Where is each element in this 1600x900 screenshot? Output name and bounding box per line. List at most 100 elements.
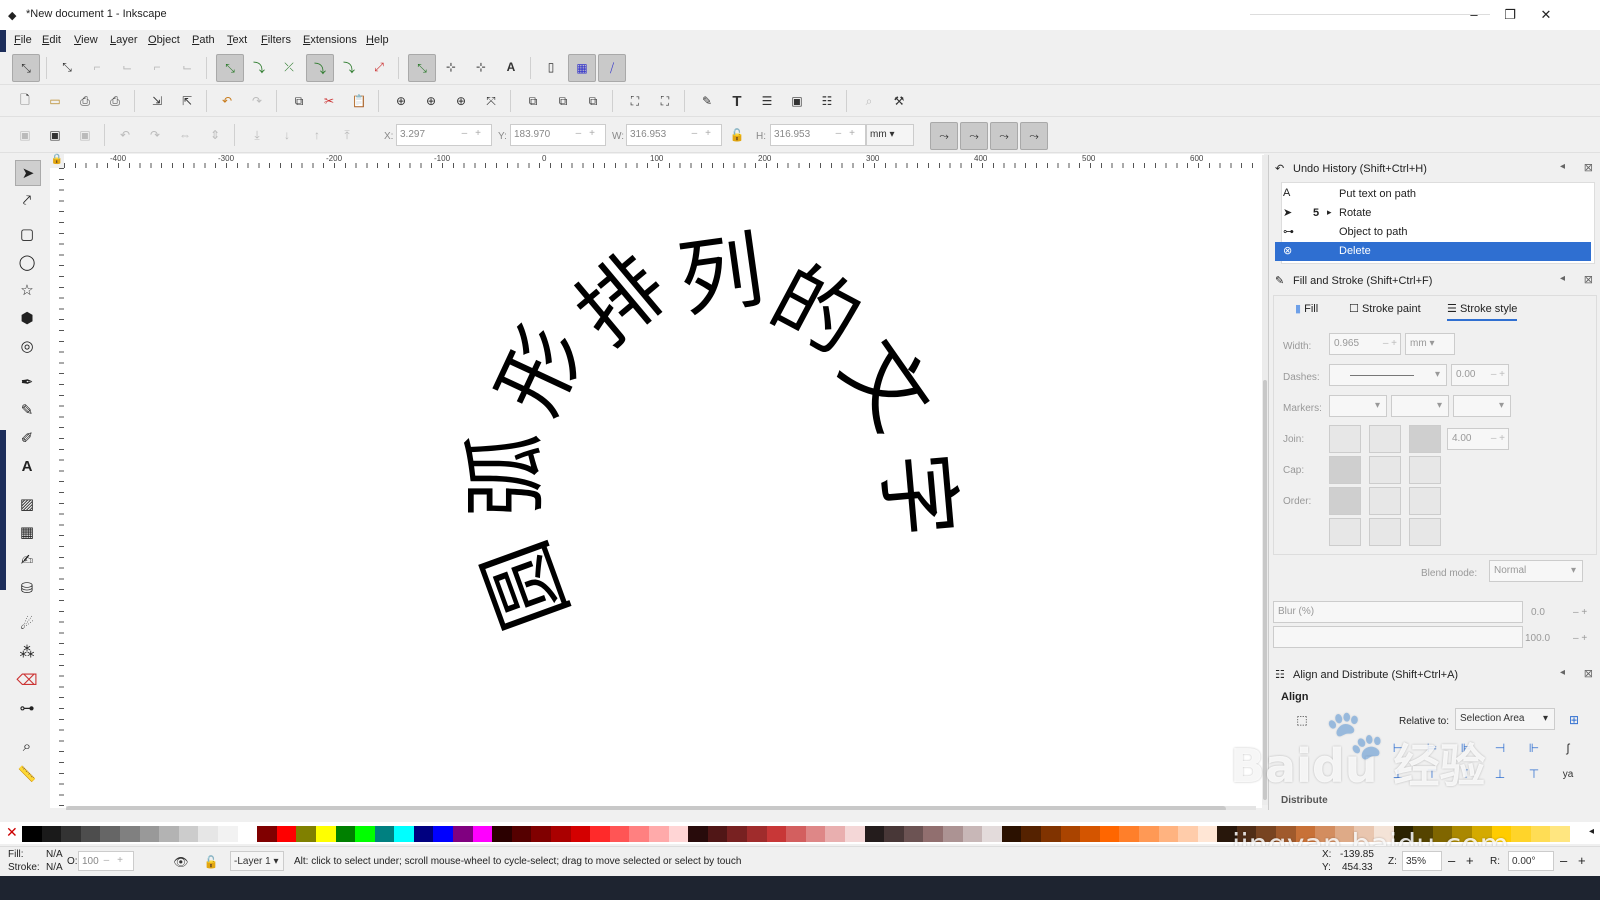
snap-grid-icon[interactable]: ▦ — [568, 54, 596, 82]
paint-order-button[interactable] — [1329, 518, 1361, 546]
document-properties-icon[interactable]: ⌕ — [858, 90, 880, 112]
measure-tool-icon[interactable]: 📏 — [15, 762, 39, 786]
paint-order-normal-button[interactable] — [1329, 487, 1361, 515]
color-swatch[interactable] — [217, 826, 238, 842]
duplicate-icon[interactable]: ⧉ — [522, 90, 544, 112]
zoom-out-icon[interactable]: – — [1448, 853, 1455, 868]
dashes-select[interactable]: ▾ — [1329, 364, 1447, 386]
history-item[interactable]: ➤ 5 ▸ Rotate — [1275, 204, 1591, 223]
snap-others-icon[interactable]: ⤡ — [408, 54, 436, 82]
palette-menu-icon[interactable]: ◂ — [1589, 826, 1594, 837]
color-swatch[interactable] — [805, 826, 826, 842]
color-swatch[interactable] — [296, 826, 317, 842]
opacity-slider[interactable] — [1273, 626, 1523, 648]
menu-edit[interactable]: Edit — [42, 34, 61, 46]
spiral-tool-icon[interactable]: ◎ — [15, 334, 39, 358]
color-swatch[interactable] — [1040, 826, 1061, 842]
panel-iconify-icon[interactable]: ◂ — [1560, 667, 1565, 678]
color-swatch[interactable] — [766, 826, 787, 842]
print-icon[interactable]: ⎙ — [104, 90, 126, 112]
snap-bbox-corner-icon[interactable]: ⌙ — [116, 56, 138, 78]
color-swatch[interactable] — [119, 826, 140, 842]
color-swatch[interactable] — [80, 826, 101, 842]
color-swatch[interactable] — [511, 826, 532, 842]
menu-text[interactable]: Text — [227, 34, 247, 46]
fill-stroke-icon[interactable]: ✎ — [696, 90, 718, 112]
snap-text-baseline-icon[interactable]: A — [500, 56, 522, 78]
open-icon[interactable]: ▭ — [44, 90, 66, 112]
color-swatch[interactable] — [22, 826, 42, 842]
miter-join-button[interactable] — [1329, 425, 1361, 453]
close-window-button[interactable]: ✕ — [1528, 4, 1564, 26]
zoom-page-width-icon[interactable]: ⤧ — [480, 90, 502, 112]
color-swatch[interactable] — [531, 826, 552, 842]
paint-order-button[interactable] — [1409, 487, 1441, 515]
snap-nodes-icon[interactable]: ⤡ — [216, 54, 244, 82]
lock-guides-icon[interactable]: 🔒 — [50, 154, 64, 168]
color-swatch[interactable] — [707, 826, 728, 842]
color-swatch[interactable] — [1530, 826, 1551, 842]
color-swatch[interactable] — [1138, 826, 1159, 842]
select-all-icon[interactable]: ▣ — [14, 124, 36, 146]
layer-lock-icon[interactable]: 🔓 — [200, 851, 222, 873]
color-swatch[interactable] — [688, 826, 709, 842]
snap-page-icon[interactable]: ▯ — [540, 56, 562, 78]
rectangle-tool-icon[interactable]: ▢ — [15, 222, 39, 246]
align-top-to-bottom-icon[interactable]: ⊤ — [1523, 763, 1545, 785]
redo-icon[interactable]: ↷ — [246, 90, 268, 112]
expander-arrow-icon[interactable]: ▸ — [1327, 207, 1332, 218]
flip-vertical-icon[interactable]: ⇕ — [204, 124, 226, 146]
snap-bbox-icon[interactable]: ⤡ — [56, 56, 78, 78]
snap-guide-icon[interactable]: ⧸ — [598, 54, 626, 82]
pencil-tool-icon[interactable]: ✎ — [15, 398, 39, 422]
start-marker-select[interactable]: ▾ — [1329, 395, 1387, 417]
color-swatch[interactable] — [668, 826, 689, 842]
flip-horizontal-icon[interactable]: ⇔ — [174, 124, 196, 146]
color-swatch[interactable] — [159, 826, 180, 842]
zoom-page-icon[interactable]: ⊕ — [450, 90, 472, 112]
round-join-button[interactable] — [1369, 425, 1401, 453]
color-swatch[interactable] — [1511, 826, 1532, 842]
align-left-to-right-icon[interactable]: ⊩ — [1523, 737, 1545, 759]
color-swatch[interactable] — [649, 826, 670, 842]
menu-view[interactable]: View — [74, 34, 98, 46]
undo-icon[interactable]: ↶ — [216, 90, 238, 112]
lower-icon[interactable]: ↓ — [276, 124, 298, 146]
color-swatch[interactable] — [335, 826, 356, 842]
color-swatch[interactable] — [942, 826, 963, 842]
panel-iconify-icon[interactable]: ◂ — [1560, 273, 1565, 284]
paint-bucket-tool-icon[interactable]: ⛁ — [15, 576, 39, 600]
snap-midpoint-icon[interactable]: ⤢ — [368, 56, 390, 78]
opacity-status-stepper[interactable]: –+ — [104, 855, 131, 866]
copy-icon[interactable]: ⧉ — [288, 90, 310, 112]
color-swatch[interactable] — [1060, 826, 1081, 842]
group-icon[interactable]: ⛶ — [624, 90, 646, 112]
import-icon[interactable]: ⇲ — [146, 90, 168, 112]
square-cap-button[interactable] — [1409, 456, 1441, 484]
color-swatch[interactable] — [453, 826, 474, 842]
history-item[interactable]: A Put text on path — [1275, 185, 1591, 204]
color-swatch[interactable] — [825, 826, 846, 842]
history-item-selected[interactable]: ⊗ Delete — [1275, 242, 1591, 261]
width-stepper[interactable]: –+ — [692, 128, 719, 139]
spray-tool-icon[interactable]: ⁂ — [15, 640, 39, 664]
color-swatch[interactable] — [1021, 826, 1042, 842]
color-swatch[interactable] — [198, 826, 219, 842]
ellipse-tool-icon[interactable]: ◯ — [15, 250, 39, 274]
snap-path-icon[interactable]: ⤵ — [248, 56, 270, 78]
bevel-join-button[interactable] — [1409, 425, 1441, 453]
align-distribute-icon[interactable]: ☷ — [816, 90, 838, 112]
menu-layer[interactable]: Layer — [110, 34, 138, 46]
color-swatch[interactable] — [590, 826, 611, 842]
end-marker-select[interactable]: ▾ — [1453, 395, 1511, 417]
blur-stepper[interactable]: – + — [1573, 607, 1587, 618]
color-swatch[interactable] — [1550, 826, 1571, 842]
color-swatch[interactable] — [257, 826, 278, 842]
snap-cusp-icon[interactable]: ⤵ — [306, 54, 334, 82]
color-swatch[interactable] — [923, 826, 944, 842]
star-tool-icon[interactable]: ☆ — [15, 278, 39, 302]
snap-bbox-center-icon[interactable]: ⌙ — [176, 56, 198, 78]
minimize-button[interactable]: – — [1456, 4, 1492, 26]
rotate-increase-icon[interactable]: + — [1578, 853, 1586, 868]
unlink-clone-icon[interactable]: ⧉ — [582, 90, 604, 112]
